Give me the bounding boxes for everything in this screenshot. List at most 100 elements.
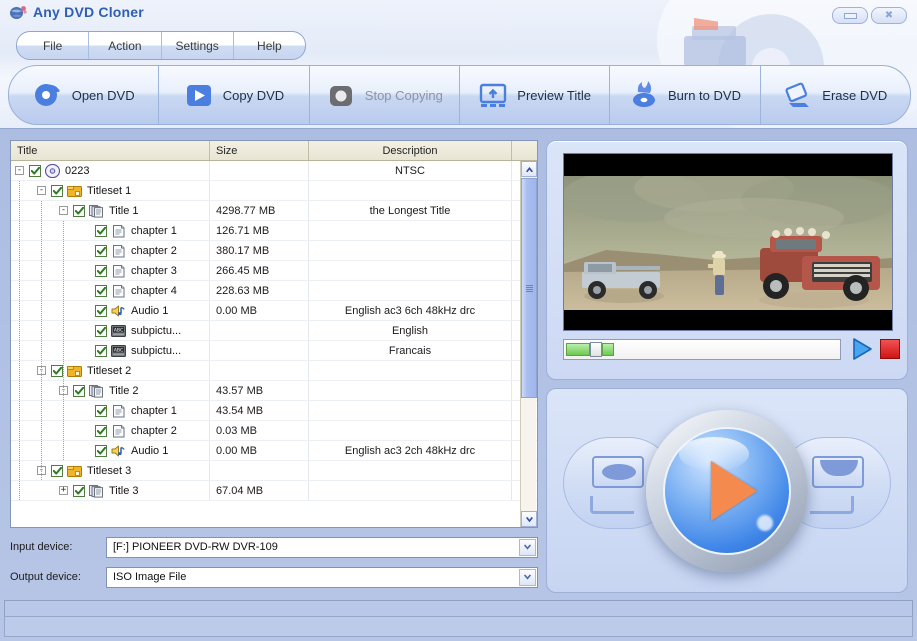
scrollbar-grip xyxy=(526,285,533,292)
vertical-scrollbar[interactable] xyxy=(520,161,536,527)
row-checkbox[interactable] xyxy=(95,345,107,357)
row-checkbox[interactable] xyxy=(51,185,63,197)
scrollbar-thumb[interactable] xyxy=(521,178,537,398)
preview-stop-button[interactable] xyxy=(880,339,900,359)
table-row[interactable]: -Title 14298.77 MBthe Longest Title xyxy=(11,201,537,221)
row-checkbox[interactable] xyxy=(51,365,63,377)
column-header-description[interactable]: Description xyxy=(309,141,512,160)
toolbar-button-label: Stop Copying xyxy=(365,88,443,103)
title-icon xyxy=(89,204,104,218)
status-bar-secondary xyxy=(4,616,913,637)
title-icon xyxy=(89,484,104,498)
row-checkbox[interactable] xyxy=(73,205,85,217)
input-device-select[interactable]: [F:] PIONEER DVD-RW DVR-109 xyxy=(106,537,538,558)
table-row[interactable]: -Titleset 1 xyxy=(11,181,537,201)
chevron-down-icon[interactable] xyxy=(519,539,536,556)
drive-read-icon xyxy=(592,456,644,488)
size-cell: 380.17 MB xyxy=(210,241,309,260)
preview-play-button[interactable] xyxy=(850,337,874,361)
scroll-down-button[interactable] xyxy=(521,511,537,527)
table-row[interactable]: ABCsubpictu...Francais xyxy=(11,341,537,361)
expand-toggle[interactable]: + xyxy=(59,486,68,495)
progress-slider-handle[interactable] xyxy=(590,342,602,357)
table-row[interactable]: Audio 10.00 MBEnglish ac3 6ch 48kHz drc xyxy=(11,301,537,321)
check-icon xyxy=(97,227,106,235)
row-checkbox[interactable] xyxy=(51,465,63,477)
burn-to-dvd-button[interactable]: Burn to DVD xyxy=(610,66,760,124)
toolbar: Open DVD Copy DVD Stop Copying xyxy=(8,65,911,125)
column-header-size[interactable]: Size xyxy=(210,141,309,160)
toolbar-button-label: Preview Title xyxy=(517,88,591,103)
description-cell xyxy=(309,241,512,260)
row-checkbox[interactable] xyxy=(95,285,107,297)
video-preview-screen[interactable] xyxy=(563,153,893,331)
scroll-up-button[interactable] xyxy=(521,161,537,177)
subpicture-icon: ABC xyxy=(111,324,126,338)
row-checkbox[interactable] xyxy=(29,165,41,177)
table-row[interactable]: +Title 367.04 MB xyxy=(11,481,537,501)
description-cell xyxy=(309,361,512,380)
row-checkbox[interactable] xyxy=(73,485,85,497)
table-row[interactable]: chapter 4228.63 MB xyxy=(11,281,537,301)
tree-item-label: Title 3 xyxy=(109,485,139,497)
row-checkbox[interactable] xyxy=(95,325,107,337)
collapse-toggle[interactable]: - xyxy=(37,186,46,195)
playback-progress-bar[interactable] xyxy=(563,339,841,360)
size-cell xyxy=(210,321,309,340)
column-header-row: Title Size Description xyxy=(11,141,537,161)
close-button[interactable]: ✖ xyxy=(871,7,907,24)
table-row[interactable]: -Titleset 3 xyxy=(11,461,537,481)
check-icon xyxy=(53,187,62,195)
menu-item-action[interactable]: Action xyxy=(89,32,161,59)
video-frame-image xyxy=(564,176,892,310)
burn-to-dvd-icon xyxy=(629,80,659,110)
check-icon xyxy=(97,427,106,435)
menu-item-label: File xyxy=(43,39,62,53)
chevron-down-icon[interactable] xyxy=(519,569,536,586)
minimize-button[interactable] xyxy=(832,7,868,24)
big-play-button[interactable] xyxy=(646,410,808,572)
tree-title-cell: + Title 3 xyxy=(11,481,210,500)
row-checkbox[interactable] xyxy=(95,305,107,317)
table-row[interactable]: -Titleset 2 xyxy=(11,361,537,381)
row-checkbox[interactable] xyxy=(73,385,85,397)
row-checkbox[interactable] xyxy=(95,425,107,437)
row-checkbox[interactable] xyxy=(95,445,107,457)
erase-dvd-button[interactable]: Erase DVD xyxy=(761,66,910,124)
preview-title-icon xyxy=(478,80,508,110)
menu-item-file[interactable]: File xyxy=(17,32,89,59)
copy-dvd-button[interactable]: Copy DVD xyxy=(159,66,309,124)
description-cell: Francais xyxy=(309,341,512,360)
table-row[interactable]: chapter 20.03 MB xyxy=(11,421,537,441)
audio-icon xyxy=(111,304,126,318)
description-cell xyxy=(309,401,512,420)
collapse-toggle[interactable]: - xyxy=(59,206,68,215)
menu-item-help[interactable]: Help xyxy=(234,32,305,59)
output-device-select[interactable]: ISO Image File xyxy=(106,567,538,588)
description-cell xyxy=(309,281,512,300)
row-checkbox[interactable] xyxy=(95,265,107,277)
column-header-title[interactable]: Title xyxy=(11,141,210,160)
table-row[interactable]: ABCsubpictu...English xyxy=(11,321,537,341)
row-checkbox[interactable] xyxy=(95,245,107,257)
table-row[interactable]: chapter 3266.45 MB xyxy=(11,261,537,281)
preview-title-button[interactable]: Preview Title xyxy=(460,66,610,124)
tree-rows-container[interactable]: -0223NTSC-Titleset 1-Title 14298.77 MBth… xyxy=(11,161,537,528)
menu-item-settings[interactable]: Settings xyxy=(162,32,234,59)
table-row[interactable]: -0223NTSC xyxy=(11,161,537,181)
tree-item-label: 0223 xyxy=(65,165,89,177)
table-row[interactable]: chapter 143.54 MB xyxy=(11,401,537,421)
tree-item-label: subpictu... xyxy=(131,345,181,357)
check-icon xyxy=(97,287,106,295)
table-row[interactable]: Audio 10.00 MBEnglish ac3 2ch 48kHz drc xyxy=(11,441,537,461)
device-selection-area: Input device: [F:] PIONEER DVD-RW DVR-10… xyxy=(10,536,538,594)
table-row[interactable]: chapter 1126.71 MB xyxy=(11,221,537,241)
stop-copying-button[interactable]: Stop Copying xyxy=(310,66,460,124)
table-row[interactable]: chapter 2380.17 MB xyxy=(11,241,537,261)
collapse-toggle[interactable]: - xyxy=(15,166,24,175)
row-checkbox[interactable] xyxy=(95,225,107,237)
table-row[interactable]: -Title 243.57 MB xyxy=(11,381,537,401)
row-checkbox[interactable] xyxy=(95,405,107,417)
output-device-value: ISO Image File xyxy=(107,571,186,583)
open-dvd-button[interactable]: Open DVD xyxy=(9,66,159,124)
